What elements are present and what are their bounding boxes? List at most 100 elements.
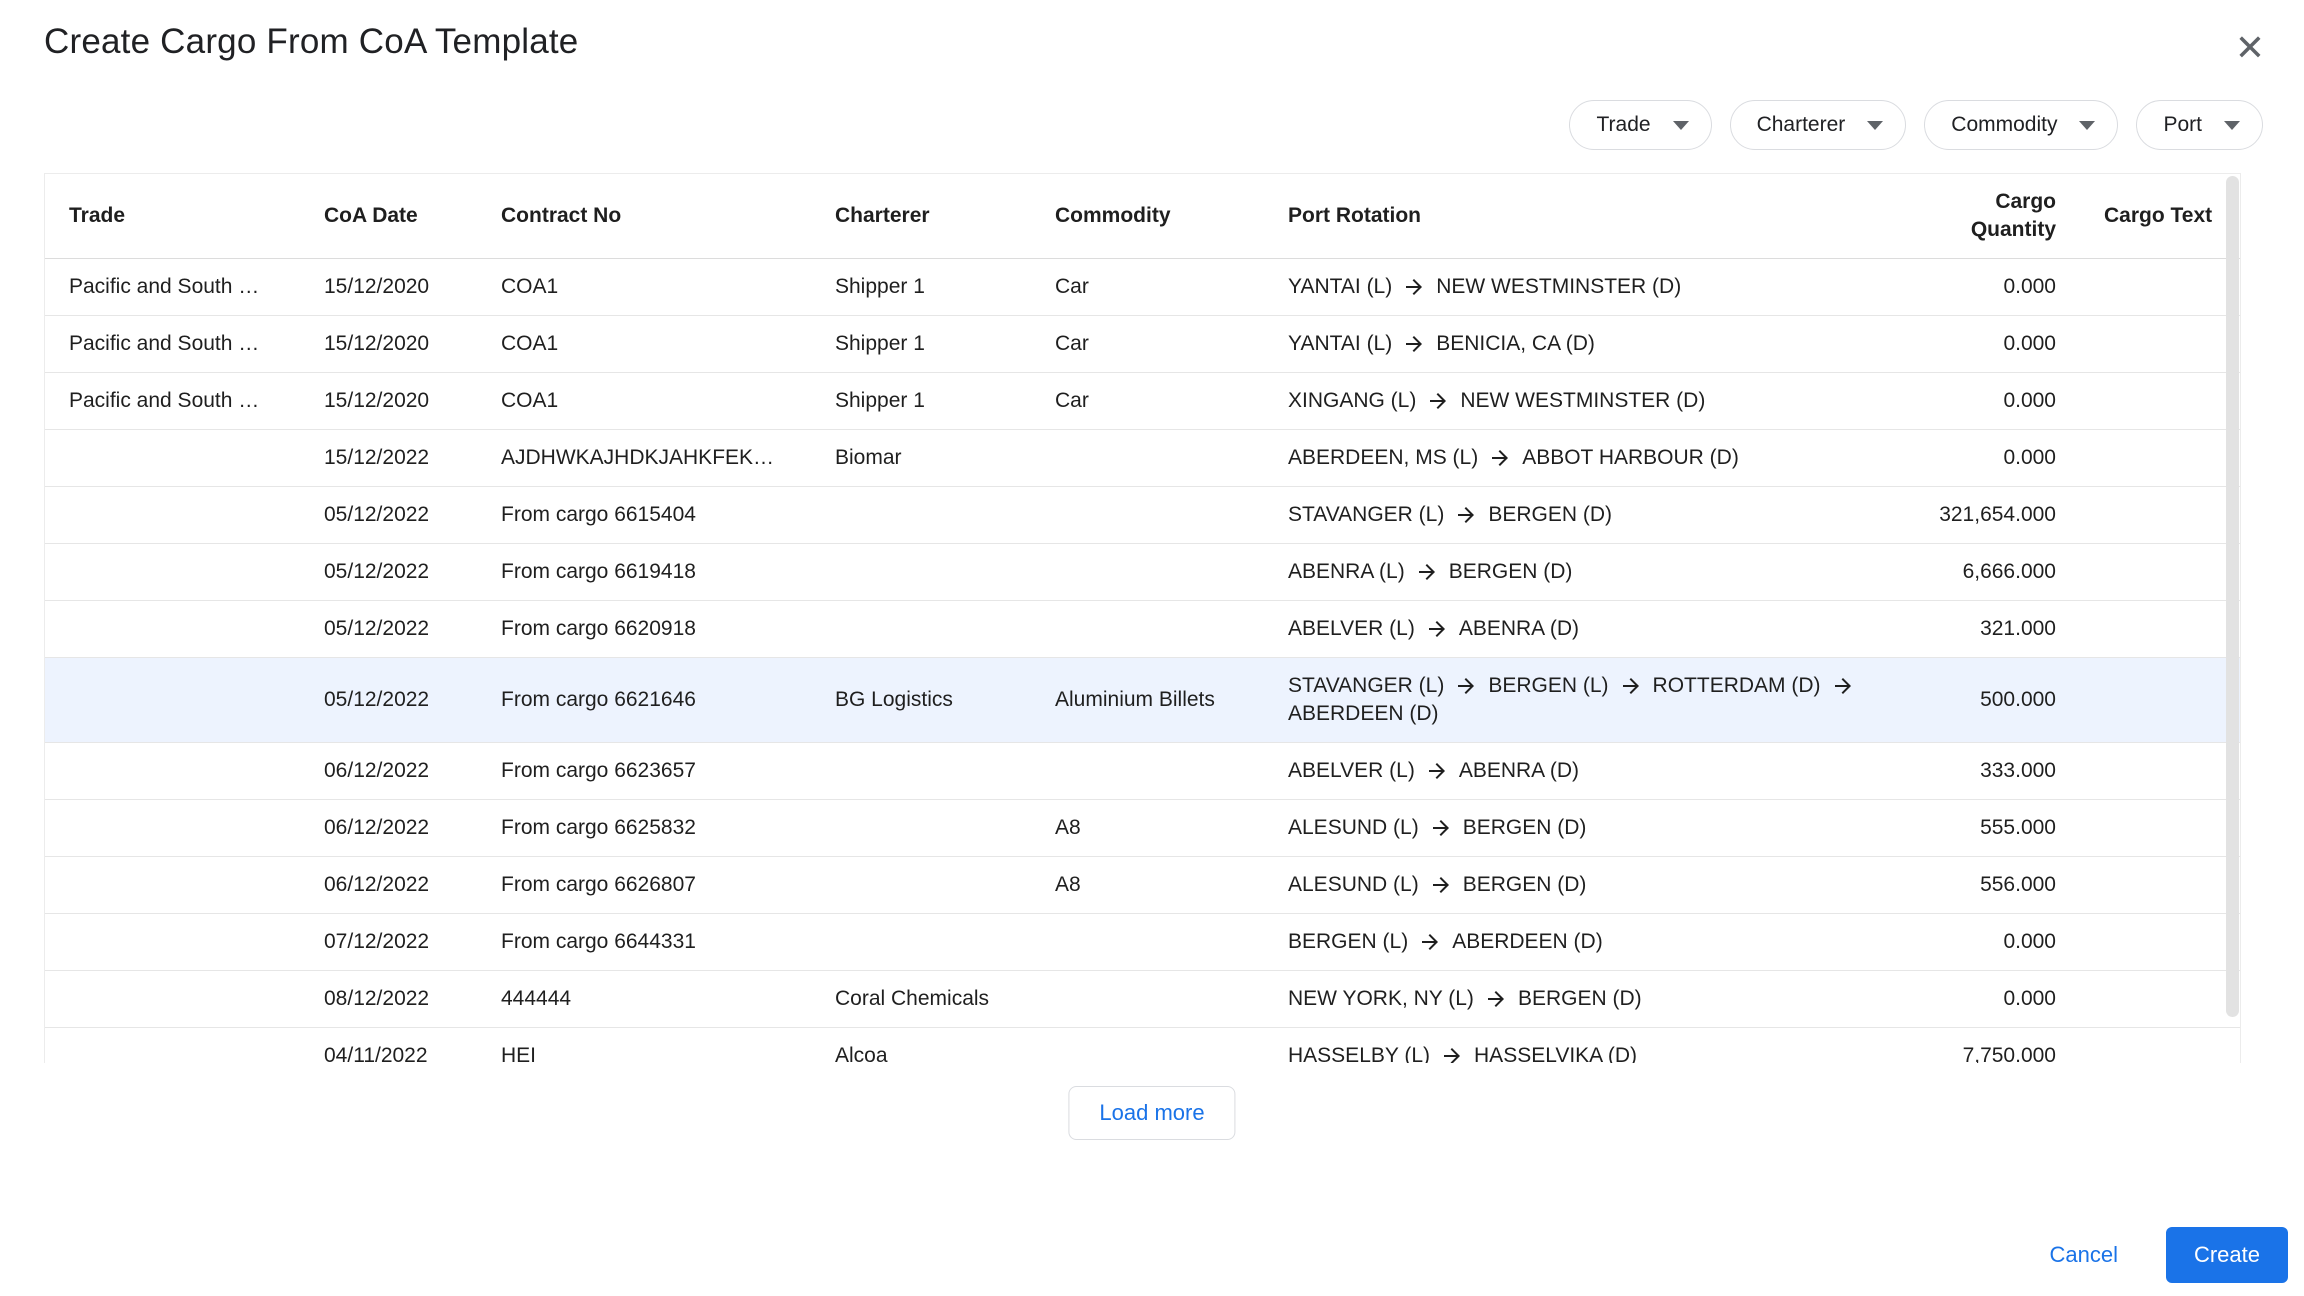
- create-button[interactable]: Create: [2166, 1227, 2288, 1283]
- load-more-button[interactable]: Load more: [1068, 1086, 1235, 1140]
- port-name: NEW WESTMINSTER (D): [1460, 387, 1705, 415]
- cell-coa-date: 06/12/2022: [300, 871, 477, 899]
- coa-template-table: Trade CoA Date Contract No Charterer Com…: [44, 173, 2241, 1063]
- arrow-right-icon: [1440, 1044, 1464, 1063]
- arrow-right-icon: [1454, 503, 1478, 527]
- arrow-right-icon: [1454, 674, 1478, 698]
- cell-commodity: Car: [1031, 273, 1264, 301]
- port-name: BERGEN (D): [1518, 985, 1642, 1013]
- cell-cargo-quantity: 0.000: [1928, 985, 2078, 1013]
- cell-commodity: A8: [1031, 814, 1264, 842]
- page-title: Create Cargo From CoA Template: [44, 22, 578, 62]
- table-row[interactable]: 04/11/2022HEIAlcoaHASSELBY (L)HASSELVIKA…: [45, 1028, 2240, 1063]
- dropdown-arrow-icon: [2224, 121, 2240, 130]
- table-row[interactable]: 06/12/2022From cargo 6623657ABELVER (L)A…: [45, 743, 2240, 800]
- table-row[interactable]: Pacific and South …15/12/2020COA1Shipper…: [45, 373, 2240, 430]
- cell-trade: Pacific and South …: [45, 387, 300, 415]
- scrollbar-thumb[interactable]: [2226, 176, 2239, 1017]
- cell-port-rotation: STAVANGER (L)BERGEN (L)ROTTERDAM (D)ABER…: [1264, 658, 1928, 742]
- port-name: XINGANG (L): [1288, 387, 1416, 415]
- cell-commodity: Car: [1031, 330, 1264, 358]
- cell-cargo-quantity: 0.000: [1928, 330, 2078, 358]
- cell-coa-date: 05/12/2022: [300, 558, 477, 586]
- table-scrollbar[interactable]: [2226, 176, 2239, 1052]
- cell-trade: Pacific and South …: [45, 330, 300, 358]
- table-row[interactable]: 06/12/2022From cargo 6625832A8ALESUND (L…: [45, 800, 2240, 857]
- table-row[interactable]: 05/12/2022From cargo 6621646BG Logistics…: [45, 658, 2240, 743]
- cell-charterer: Coral Chemicals: [811, 985, 1031, 1013]
- arrow-right-icon: [1418, 930, 1442, 954]
- table-row[interactable]: 05/12/2022From cargo 6620918ABELVER (L)A…: [45, 601, 2240, 658]
- port-name: BERGEN (L): [1288, 928, 1408, 956]
- dropdown-arrow-icon: [1673, 121, 1689, 130]
- port-name: ALESUND (L): [1288, 871, 1419, 899]
- table-row[interactable]: 08/12/2022444444Coral Chemicals NEW YORK,…: [45, 971, 2240, 1028]
- cell-commodity: Aluminium Billets: [1031, 686, 1264, 714]
- cell-cargo-quantity: 321.000: [1928, 615, 2078, 643]
- port-name: NEW WESTMINSTER (D): [1436, 273, 1681, 301]
- cell-cargo-quantity: 333.000: [1928, 757, 2078, 785]
- cell-cargo-quantity: 556.000: [1928, 871, 2078, 899]
- arrow-right-icon: [1402, 332, 1426, 356]
- cell-coa-date: 15/12/2022: [300, 444, 477, 472]
- port-name: ALESUND (L): [1288, 814, 1419, 842]
- cell-port-rotation: BERGEN (L)ABERDEEN (D): [1264, 914, 1928, 970]
- table-row[interactable]: 15/12/2022AJDHWKAJHDKJAHKFEK…BiomarABERD…: [45, 430, 2240, 487]
- cell-cargo-quantity: 6,666.000: [1928, 558, 2078, 586]
- cell-cargo-quantity: 0.000: [1928, 387, 2078, 415]
- table-row[interactable]: 05/12/2022From cargo 6619418 ABENRA (L) BE…: [45, 544, 2240, 601]
- cell-port-rotation: NEW YORK, NY (L) BERGEN (D): [1264, 971, 1928, 1027]
- cell-charterer: Shipper 1: [811, 387, 1031, 415]
- cell-port-rotation: ABERDEEN, MS (L)ABBOT HARBOUR (D): [1264, 430, 1928, 486]
- charterer-filter-dropdown[interactable]: Charterer: [1730, 100, 1907, 150]
- table-row[interactable]: 05/12/2022From cargo 6615404STAVANGER (L…: [45, 487, 2240, 544]
- port-name: BERGEN (D): [1449, 558, 1573, 586]
- cell-coa-date: 04/11/2022: [300, 1042, 477, 1063]
- arrow-right-icon: [1429, 816, 1453, 840]
- trade-filter-dropdown[interactable]: Trade: [1569, 100, 1711, 150]
- cell-commodity: Car: [1031, 387, 1264, 415]
- cell-cargo-quantity: 555.000: [1928, 814, 2078, 842]
- commodity-filter-dropdown[interactable]: Commodity: [1924, 100, 2118, 150]
- port-name: ABELVER (L): [1288, 757, 1415, 785]
- arrow-right-icon: [1484, 987, 1508, 1011]
- cell-coa-date: 05/12/2022: [300, 615, 477, 643]
- port-filter-dropdown[interactable]: Port: [2136, 100, 2263, 150]
- column-header-port-rotation: Port Rotation: [1264, 202, 1928, 230]
- port-name: BERGEN (D): [1463, 871, 1587, 899]
- cell-charterer: Shipper 1: [811, 330, 1031, 358]
- column-header-commodity: Commodity: [1031, 202, 1264, 230]
- port-name: STAVANGER (L): [1288, 501, 1444, 529]
- column-header-contract-no: Contract No: [477, 202, 811, 230]
- cancel-button[interactable]: Cancel: [2043, 1230, 2123, 1280]
- cell-contract-no: From cargo 6615404: [477, 501, 811, 529]
- port-name: BERGEN (D): [1463, 814, 1587, 842]
- table-row[interactable]: Pacific and South …15/12/2020COA1Shipper…: [45, 259, 2240, 316]
- table-row[interactable]: 07/12/2022From cargo 6644331BERGEN (L)AB…: [45, 914, 2240, 971]
- port-name: ROTTERDAM (D): [1653, 672, 1821, 700]
- cell-port-rotation: YANTAI (L)NEW WESTMINSTER (D): [1264, 259, 1928, 315]
- arrow-right-icon: [1415, 560, 1439, 584]
- close-button[interactable]: ✕: [2224, 22, 2276, 74]
- arrow-right-icon: [1488, 446, 1512, 470]
- column-header-trade: Trade: [45, 202, 300, 230]
- port-name: NEW YORK, NY (L): [1288, 985, 1474, 1013]
- cell-contract-no: From cargo 6626807: [477, 871, 811, 899]
- cell-contract-no: From cargo 6644331: [477, 928, 811, 956]
- cell-port-rotation: ALESUND (L) BERGEN (D): [1264, 857, 1928, 913]
- table-row[interactable]: Pacific and South …15/12/2020COA1Shipper…: [45, 316, 2240, 373]
- table-body: Pacific and South …15/12/2020COA1Shipper…: [45, 259, 2240, 1063]
- cell-contract-no: 444444: [477, 985, 811, 1013]
- port-name: ABENRA (L): [1288, 558, 1405, 586]
- cell-port-rotation: STAVANGER (L)BERGEN (D): [1264, 487, 1928, 543]
- close-icon: ✕: [2235, 27, 2265, 69]
- cell-coa-date: 08/12/2022: [300, 985, 477, 1013]
- cell-contract-no: From cargo 6619418: [477, 558, 811, 586]
- load-more-label: Load more: [1099, 1100, 1204, 1126]
- create-cargo-dialog: { "colors": { "accent": "#1a73e8", "row_…: [0, 0, 2304, 1296]
- table-row[interactable]: 06/12/2022From cargo 6626807A8ALESUND (L…: [45, 857, 2240, 914]
- cell-contract-no: COA1: [477, 273, 811, 301]
- arrow-right-icon: [1619, 674, 1643, 698]
- column-header-coa-date: CoA Date: [300, 202, 477, 230]
- arrow-right-icon: [1402, 275, 1426, 299]
